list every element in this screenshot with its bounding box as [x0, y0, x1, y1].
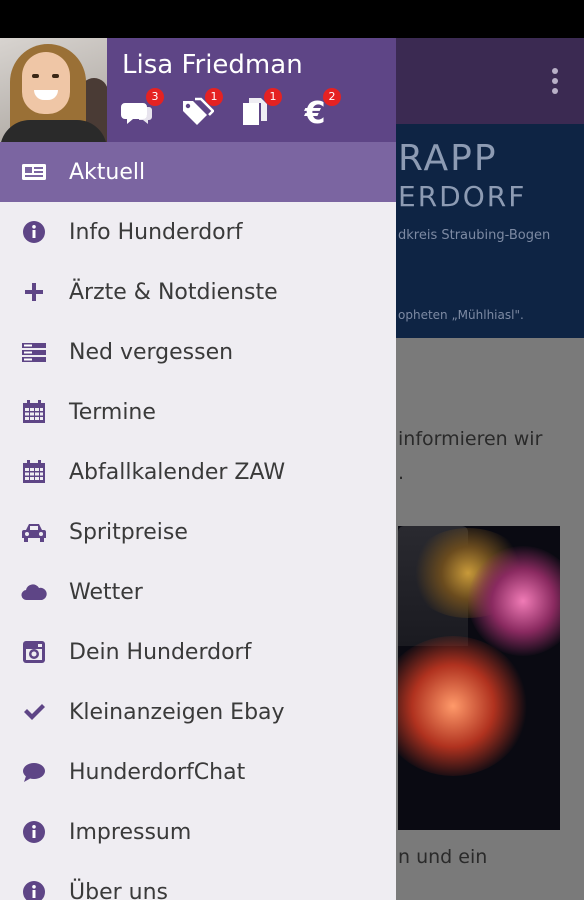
menu-item-kleinanzeigen-ebay[interactable]: Kleinanzeigen Ebay	[0, 682, 396, 742]
menu-item-termine[interactable]: Termine	[0, 382, 396, 442]
info-icon	[20, 820, 48, 844]
drawer-header: Lisa Friedman 3 1 1 € 2	[0, 38, 396, 142]
menu-item-aerzte-notdienste[interactable]: Ärzte & Notdienste	[0, 262, 396, 322]
menu-item-wetter[interactable]: Wetter	[0, 562, 396, 622]
menu-item-abfallkalender[interactable]: Abfallkalender ZAW	[0, 442, 396, 502]
svg-text:€: €	[304, 96, 326, 129]
info-icon	[20, 220, 48, 244]
menu-item-label: HunderdorfChat	[69, 759, 246, 785]
banner-region: dkreis Straubing-Bogen	[398, 228, 551, 243]
comment-icon	[20, 760, 48, 784]
menu-item-label: Dein Hunderdorf	[69, 639, 252, 665]
menu-item-spritpreise[interactable]: Spritpreise	[0, 502, 396, 562]
car-icon	[20, 520, 48, 544]
drawer-menu: Aktuell Info Hunderdorf Ärzte & Notdiens…	[0, 142, 396, 900]
avatar[interactable]	[0, 38, 107, 142]
menu-item-label: Termine	[69, 399, 156, 425]
menu-item-hunderdorfchat[interactable]: HunderdorfChat	[0, 742, 396, 802]
menu-item-label: Spritpreise	[69, 519, 188, 545]
menu-item-dein-hunderdorf[interactable]: Dein Hunderdorf	[0, 622, 396, 682]
calendar-icon	[20, 460, 48, 484]
menu-item-label: Wetter	[69, 579, 143, 605]
menu-item-label: Ärzte & Notdienste	[69, 279, 278, 305]
menu-item-ueber-uns[interactable]: Über uns	[0, 862, 396, 900]
camera-icon	[20, 640, 48, 664]
banner-subtitle: ERDORF	[398, 180, 527, 213]
menu-item-label: Aktuell	[69, 159, 146, 185]
badge-count: 1	[205, 88, 223, 106]
overflow-menu-icon[interactable]	[552, 68, 558, 94]
menu-item-label: Abfallkalender ZAW	[69, 459, 286, 485]
cloud-icon	[20, 580, 48, 604]
badge-count: 1	[264, 88, 282, 106]
banner-caption: opheten „Mühlhiasl".	[398, 308, 524, 322]
menu-item-info-hunderdorf[interactable]: Info Hunderdorf	[0, 202, 396, 262]
fireworks-photo	[398, 526, 560, 830]
menu-item-label: Kleinanzeigen Ebay	[69, 699, 285, 725]
user-name: Lisa Friedman	[122, 50, 303, 80]
article-text-line: .	[398, 462, 405, 484]
article-text-line: informieren wir	[398, 428, 543, 450]
newspaper-icon	[20, 160, 48, 184]
tags-icon[interactable]: 1	[179, 88, 223, 130]
badge-count: 2	[323, 88, 341, 106]
menu-item-label: Impressum	[69, 819, 192, 845]
calendar-icon	[20, 400, 48, 424]
status-bar	[0, 0, 584, 38]
navigation-drawer: Lisa Friedman 3 1 1 € 2 Aktuell Info Hun…	[0, 38, 396, 900]
documents-icon[interactable]: 1	[238, 88, 282, 130]
badge-count: 3	[146, 88, 164, 106]
menu-item-ned-vergessen[interactable]: Ned vergessen	[0, 322, 396, 382]
menu-item-impressum[interactable]: Impressum	[0, 802, 396, 862]
euro-icon[interactable]: € 2	[297, 88, 341, 130]
banner-title: RAPP	[398, 138, 498, 179]
chat-bubbles-icon[interactable]: 3	[120, 88, 164, 130]
checkmark-icon	[20, 700, 48, 724]
menu-item-aktuell[interactable]: Aktuell	[0, 142, 396, 202]
article-text-line: n und ein	[398, 846, 488, 868]
info-icon	[20, 880, 48, 900]
server-icon	[20, 340, 48, 364]
notification-icons: 3 1 1 € 2	[120, 88, 341, 130]
menu-item-label: Über uns	[69, 879, 168, 900]
menu-item-label: Ned vergessen	[69, 339, 234, 365]
menu-item-label: Info Hunderdorf	[69, 219, 243, 245]
plus-icon	[20, 280, 48, 304]
